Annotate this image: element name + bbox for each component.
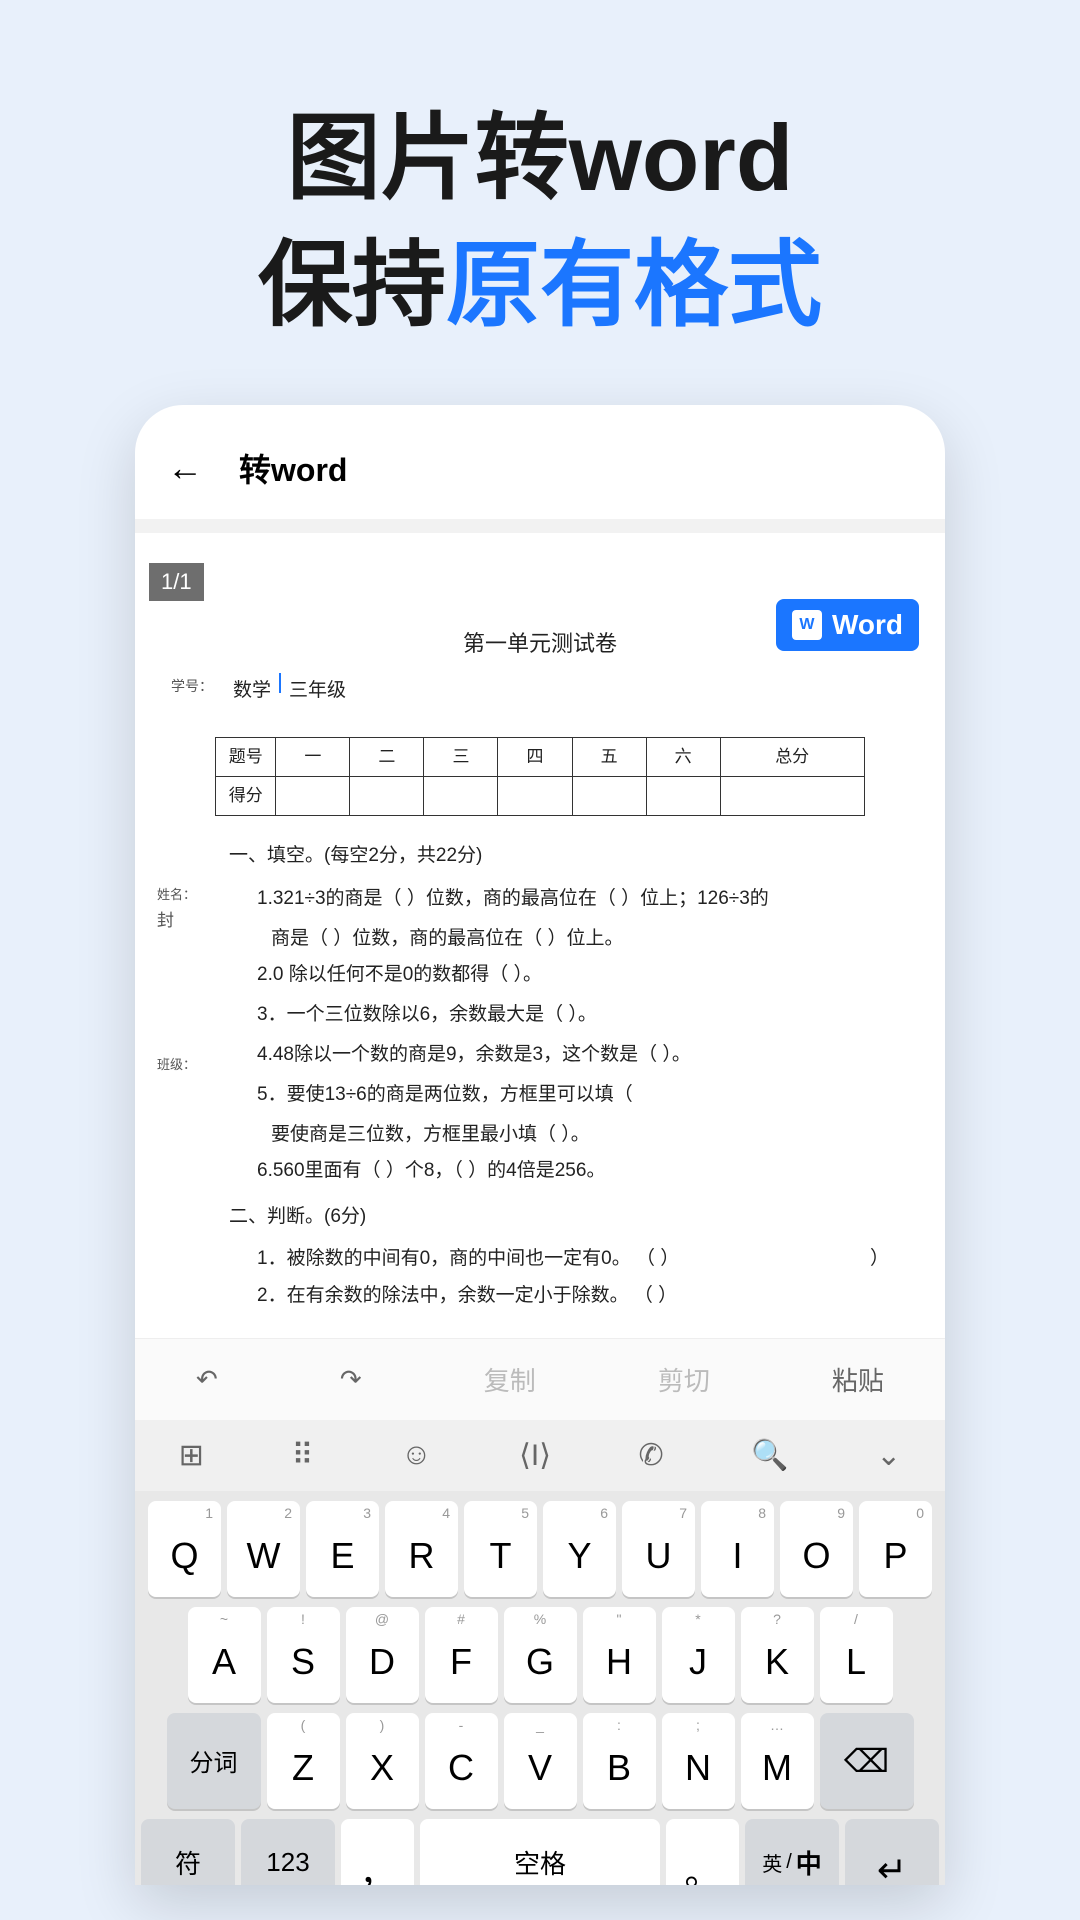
key-P[interactable]: 0P — [859, 1501, 932, 1597]
space-key[interactable]: 空格 — [420, 1819, 660, 1885]
divider — [135, 519, 945, 533]
backspace-key[interactable]: ⌫ — [820, 1713, 914, 1809]
keyboard: 1Q2W3E4R5T6Y7U8I9O0P ~A!S@D#F%G"H*J?K/L … — [135, 1491, 945, 1885]
key-A[interactable]: ~A — [188, 1607, 261, 1703]
segment-key[interactable]: 分词 — [167, 1713, 261, 1809]
key-N[interactable]: ;N — [662, 1713, 735, 1809]
export-word-button[interactable]: W Word — [776, 599, 919, 651]
key-Z[interactable]: (Z — [267, 1713, 340, 1809]
app-title: 转word — [239, 445, 347, 491]
key-K[interactable]: ?K — [741, 1607, 814, 1703]
key-D[interactable]: @D — [346, 1607, 419, 1703]
key-F[interactable]: #F — [425, 1607, 498, 1703]
comma-key[interactable]: ， — [341, 1819, 414, 1885]
document-content[interactable]: 第一单元测试卷 学号： 数学 三年级 题号一二三四五六总分 得分 姓名： 封 班… — [149, 563, 931, 1338]
text-cursor — [279, 673, 281, 693]
key-R[interactable]: 4R — [385, 1501, 458, 1597]
ime-toolbar: ⊞ ⠿ ☺ ⟨I⟩ ✆ 🔍 ⌄ — [135, 1420, 945, 1491]
paste-button[interactable]: 粘贴 — [832, 1361, 884, 1398]
key-X[interactable]: )X — [346, 1713, 419, 1809]
key-B[interactable]: :B — [583, 1713, 656, 1809]
search-icon[interactable]: 🔍 — [751, 1438, 788, 1473]
key-H[interactable]: "H — [583, 1607, 656, 1703]
key-T[interactable]: 5T — [464, 1501, 537, 1597]
page-indicator: 1/1 — [149, 563, 204, 601]
doc-header: 学号： 数学 三年级 — [171, 673, 909, 709]
emoji-icon[interactable]: ☺ — [401, 1438, 432, 1472]
key-I[interactable]: 8I — [701, 1501, 774, 1597]
edit-toolbar: ↶ ↷ 复制 剪切 粘贴 — [135, 1338, 945, 1420]
word-icon: W — [792, 610, 822, 640]
key-E[interactable]: 3E — [306, 1501, 379, 1597]
score-table: 题号一二三四五六总分 得分 — [215, 737, 864, 817]
key-S[interactable]: !S — [267, 1607, 340, 1703]
cut-button[interactable]: 剪切 — [658, 1361, 710, 1398]
number-key[interactable]: 123 — [241, 1819, 335, 1885]
language-toggle-key[interactable]: 英/中 — [745, 1819, 839, 1885]
grid-icon[interactable]: ⊞ — [179, 1438, 204, 1473]
copy-button[interactable]: 复制 — [484, 1361, 536, 1398]
key-M[interactable]: …M — [741, 1713, 814, 1809]
key-C[interactable]: -C — [425, 1713, 498, 1809]
key-J[interactable]: *J — [662, 1607, 735, 1703]
symbol-key[interactable]: 符 — [141, 1819, 235, 1885]
key-W[interactable]: 2W — [227, 1501, 300, 1597]
key-Y[interactable]: 6Y — [543, 1501, 616, 1597]
key-V[interactable]: _V — [504, 1713, 577, 1809]
back-icon[interactable]: ← — [167, 447, 203, 489]
headline: 图片转word 保持原有格式 — [0, 0, 1080, 349]
key-Q[interactable]: 1Q — [148, 1501, 221, 1597]
voice-icon[interactable]: ✆ — [638, 1438, 663, 1473]
phone-frame: ← 转word 1/1 W Word 第一单元测试卷 学号： 数学 三年级 题号… — [135, 405, 945, 1885]
key-U[interactable]: 7U — [622, 1501, 695, 1597]
key-L[interactable]: /L — [820, 1607, 893, 1703]
undo-button[interactable]: ↶ — [196, 1364, 218, 1395]
key-G[interactable]: %G — [504, 1607, 577, 1703]
period-key[interactable]: 。 — [666, 1819, 739, 1885]
enter-key[interactable]: ↵ — [845, 1819, 939, 1885]
key-O[interactable]: 9O — [780, 1501, 853, 1597]
redo-button[interactable]: ↷ — [340, 1364, 362, 1395]
cursor-mode-icon[interactable]: ⟨I⟩ — [519, 1438, 551, 1473]
keyboard-mode-icon[interactable]: ⠿ — [291, 1438, 313, 1473]
app-bar: ← 转word — [135, 405, 945, 519]
collapse-keyboard-icon[interactable]: ⌄ — [876, 1438, 901, 1473]
document-area[interactable]: 1/1 W Word 第一单元测试卷 学号： 数学 三年级 题号一二三四五六总分… — [135, 563, 945, 1338]
